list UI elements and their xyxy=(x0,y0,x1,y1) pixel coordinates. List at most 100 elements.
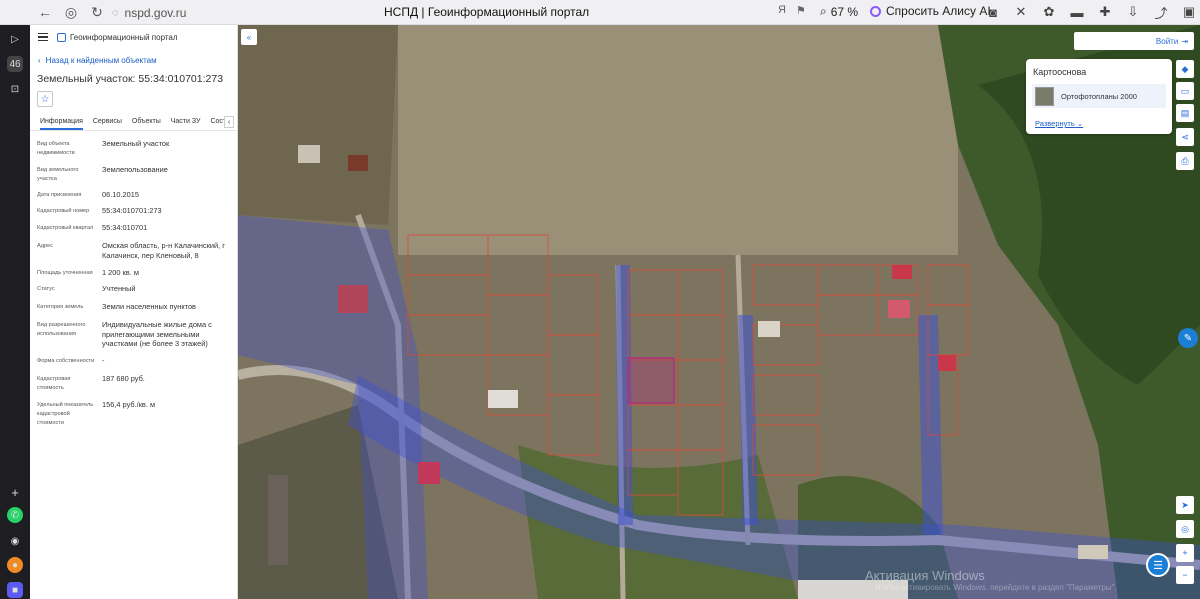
building xyxy=(758,321,780,337)
extension-folder-icon[interactable]: ▬ xyxy=(1068,3,1086,21)
chevron-down-icon: ⌄ xyxy=(1076,119,1084,128)
basemap-title: Картооснова xyxy=(1033,67,1087,77)
attr-label: Статус xyxy=(37,286,55,292)
attr-value: 156,4 руб./кв. м xyxy=(102,400,156,409)
attr-value: Землепользование xyxy=(102,165,168,174)
zoom-value: 67 % xyxy=(830,4,859,19)
screen-icon[interactable]: ⊡ xyxy=(7,81,23,97)
app-orange-icon[interactable]: ● xyxy=(7,557,23,573)
account-icon[interactable]: ▣ xyxy=(1180,3,1198,21)
attr-label: Площадь уточненная xyxy=(37,270,93,276)
tab-services[interactable]: Сервисы xyxy=(93,114,122,130)
portal-name: Геоинформационный портал xyxy=(70,32,178,42)
building xyxy=(348,155,368,171)
login-icon: ⇥ xyxy=(1181,36,1188,46)
assistant-icon[interactable]: ✎ xyxy=(1178,328,1198,348)
media-icon[interactable]: ▷ xyxy=(7,31,23,47)
app-blue-icon[interactable]: ■ xyxy=(7,582,23,598)
attr-value: Омская область, р-н Калачинский, г Калач… xyxy=(102,241,225,260)
login-label: Войти xyxy=(1155,36,1179,46)
attr-label: Вид объекта недвижимости xyxy=(37,141,75,156)
building xyxy=(418,462,440,484)
attr-label: Категория земель xyxy=(37,304,84,310)
zoom-in-icon[interactable]: + xyxy=(1176,544,1194,562)
attr-value: 1 200 кв. м xyxy=(102,268,139,277)
alice-button[interactable]: Спросить Алису AI xyxy=(870,4,991,18)
whatsapp-icon[interactable]: ✆ xyxy=(7,507,23,523)
url-text: nspd.gov.ru xyxy=(124,5,187,20)
portal-logo-icon xyxy=(57,32,66,42)
tab-parts[interactable]: Части ЗУ xyxy=(171,114,201,130)
attr-value: 55:34:010701:273 xyxy=(102,206,162,215)
add-icon[interactable]: + xyxy=(7,484,23,500)
attr-value: 187 680 руб. xyxy=(102,374,145,383)
browser-sidebar: ▢ ▷ 46 ⊡ + ✆ ◉ ● ■ xyxy=(0,0,30,599)
target-icon[interactable]: ◎ xyxy=(1176,520,1194,538)
zoom-out-icon[interactable]: − xyxy=(1176,566,1194,584)
building xyxy=(938,355,956,371)
chat-support-icon[interactable]: ☰ xyxy=(1146,553,1170,577)
extension-camera-icon[interactable]: ◙ xyxy=(984,3,1002,21)
extension-puzzle-icon[interactable]: ✚ xyxy=(1096,3,1114,21)
tab-objects[interactable]: Объекты xyxy=(132,114,161,130)
login-button[interactable]: Войти ⇥ xyxy=(1074,32,1194,50)
parcel-title: Земельный участок: 55:34:010701:273 xyxy=(37,73,224,85)
attr-value: Индивидуальные жилые дома с прилегающими… xyxy=(102,320,212,348)
badge-icon[interactable]: 46 xyxy=(7,56,23,72)
alice-label: Спросить Алису AI xyxy=(886,4,991,18)
building xyxy=(888,300,910,318)
basemap-option[interactable]: Ортофотопланы 2000 xyxy=(1032,84,1166,108)
tabs-scroll-arrow-icon[interactable]: ‹ xyxy=(224,116,234,128)
alice-icon xyxy=(870,5,881,17)
attr-label: Вид разрешенного использования xyxy=(37,322,86,337)
back-to-results-link[interactable]: ‹ Назад к найденным объектам xyxy=(38,56,157,65)
site-info-icon[interactable]: ◌ xyxy=(112,7,119,19)
chevron-left-icon: ‹ xyxy=(38,56,41,65)
bookmark-icon[interactable]: ⚑ xyxy=(796,4,806,17)
layers-icon[interactable]: ◆ xyxy=(1176,60,1194,78)
extension-tools-icon[interactable]: ✕ xyxy=(1012,3,1030,21)
extension-bug-icon[interactable]: ✿ xyxy=(1040,3,1058,21)
basemap-card: Картооснова Ортофотопланы 2000 Развернут… xyxy=(1026,59,1172,134)
circle-app-icon[interactable]: ◉ xyxy=(7,533,23,549)
share-icon[interactable]: ⤴ xyxy=(1152,3,1170,21)
favorite-star-icon[interactable]: ☆ xyxy=(37,91,53,107)
attr-value: Земли населенных пунктов xyxy=(102,302,196,311)
print-icon[interactable]: ⎙ xyxy=(1176,152,1194,170)
divider xyxy=(30,130,238,131)
zoom-control[interactable]: ⌕ 67 % xyxy=(820,4,858,19)
building xyxy=(488,390,518,408)
locate-icon[interactable]: ➤ xyxy=(1176,496,1194,514)
zoom-icon: ⌕ xyxy=(820,4,827,18)
yandex-icon[interactable]: Я xyxy=(778,4,786,16)
attr-label: Вид земельного участка xyxy=(37,167,79,182)
info-panel: Геоинформационный портал ‹ Назад к найде… xyxy=(30,25,238,599)
basemap-thumbnail xyxy=(1035,86,1054,106)
building xyxy=(892,265,912,279)
collapse-panel-icon[interactable]: « xyxy=(241,29,257,45)
menu-icon[interactable] xyxy=(38,31,48,44)
shield-icon[interactable]: ◎ xyxy=(58,0,84,25)
tabs: Информация Сервисы Объекты Части ЗУ Сост… xyxy=(30,114,238,130)
extension-save-icon[interactable]: ⇩ xyxy=(1124,3,1142,21)
tab-info[interactable]: Информация xyxy=(40,114,83,130)
attr-label: Адрес xyxy=(37,243,54,249)
building xyxy=(268,475,288,565)
legend-icon[interactable]: ▭ xyxy=(1176,82,1194,100)
attr-value: Учтенный xyxy=(102,284,136,293)
attr-value: 06.10.2015 xyxy=(102,190,139,199)
back-icon[interactable]: ← xyxy=(32,0,58,25)
attr-label: Кадастровый номер xyxy=(37,208,90,214)
windows-watermark: Активация Windows xyxy=(865,568,985,583)
basemap-expand-link[interactable]: Развернуть ⌄ xyxy=(1035,119,1083,128)
attr-label: Форма собственности xyxy=(37,358,95,364)
settlement-nw xyxy=(238,25,398,225)
measure-icon[interactable]: ▤ xyxy=(1176,104,1194,122)
reload-icon[interactable]: ↻ xyxy=(84,0,110,25)
building xyxy=(338,285,368,313)
basemap-expand-label: Развернуть xyxy=(1035,119,1075,128)
attr-value: - xyxy=(102,356,105,365)
attr-label: Кадастровый квартал xyxy=(37,225,94,231)
share-map-icon[interactable]: ⋖ xyxy=(1176,128,1194,146)
windows-watermark-sub: Чтобы активировать Windows, перейдите в … xyxy=(875,583,1117,592)
